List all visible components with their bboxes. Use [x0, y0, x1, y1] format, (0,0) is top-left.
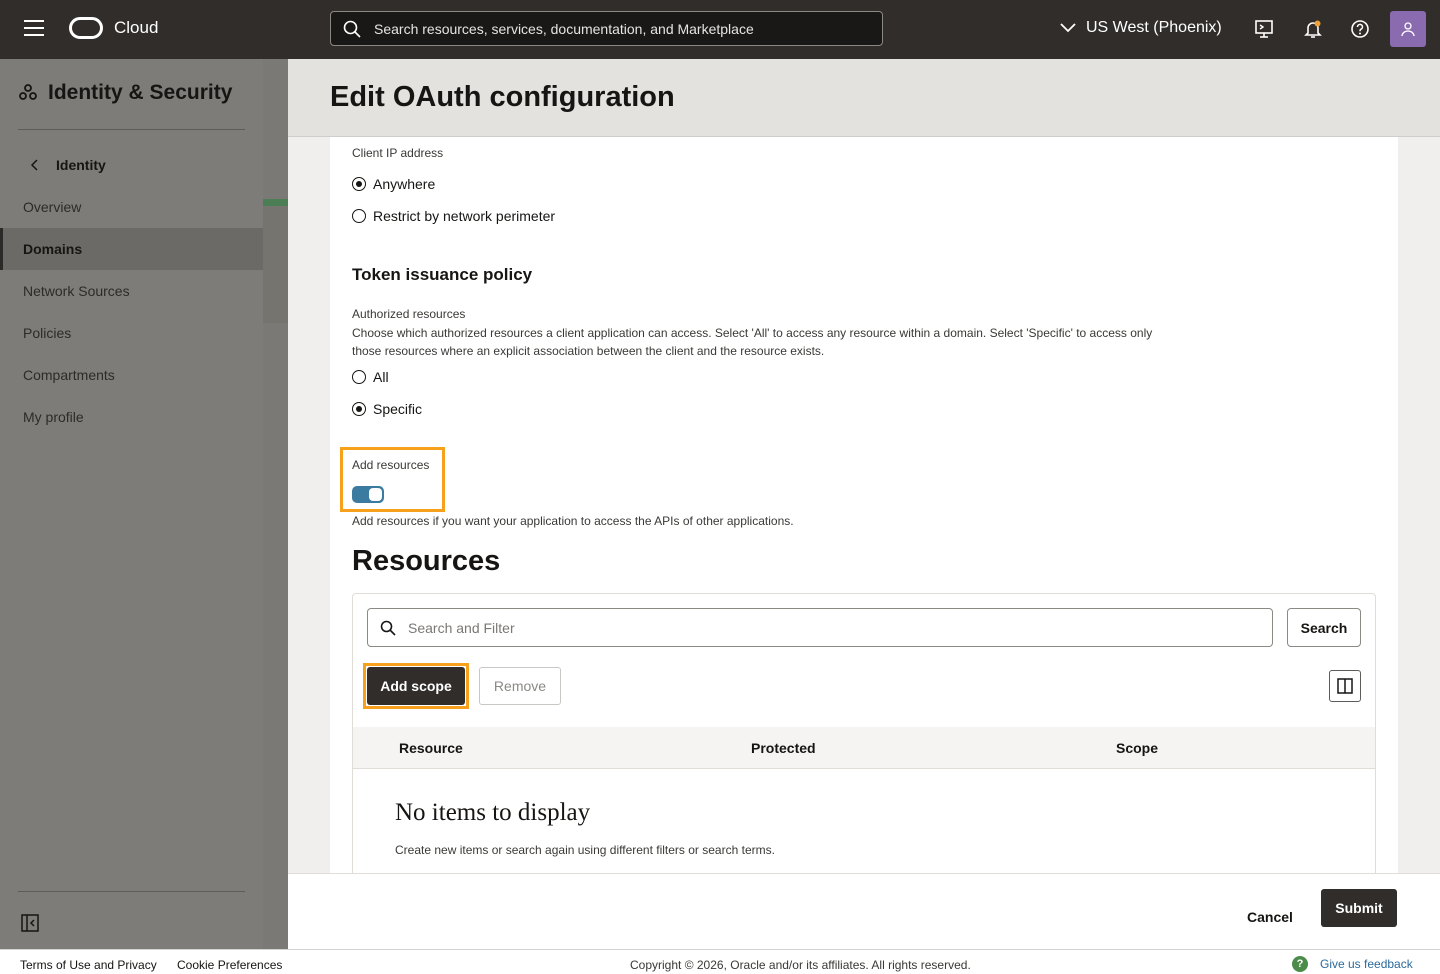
empty-state-description: Create new items or search again using d…: [395, 843, 775, 857]
sidebar-item-label: Compartments: [23, 367, 115, 383]
collapse-sidebar-icon[interactable]: [21, 914, 39, 932]
sidebar-item-label: Domains: [23, 241, 83, 257]
chevron-left-icon: [30, 159, 38, 171]
sidebar-item-label: My profile: [23, 409, 84, 425]
background-card: [263, 199, 288, 323]
oracle-logo-icon[interactable]: [69, 17, 103, 39]
help-icon[interactable]: [1348, 17, 1372, 41]
global-search[interactable]: [330, 11, 883, 46]
sidebar-item-domains[interactable]: Domains: [0, 228, 263, 270]
feedback-icon: ?: [1292, 956, 1308, 972]
radio-label: Restrict by network perimeter: [373, 208, 556, 224]
feedback-link[interactable]: ? Give us feedback: [1292, 956, 1413, 972]
region-selector[interactable]: US West (Phoenix): [1060, 19, 1222, 37]
terms-link[interactable]: Terms of Use and Privacy: [20, 958, 157, 972]
panel-title: Edit OAuth configuration: [330, 81, 675, 113]
radio-button[interactable]: [352, 402, 366, 416]
radio-restrict-network[interactable]: Restrict by network perimeter: [352, 208, 555, 224]
sidebar-title: Identity & Security: [18, 81, 232, 105]
edit-oauth-panel: Edit OAuth configuration Client IP addre…: [288, 59, 1440, 949]
sidebar-item-compartments[interactable]: Compartments: [0, 354, 263, 396]
column-manager-button[interactable]: [1329, 670, 1361, 702]
sidebar-back-label: Identity: [56, 157, 106, 173]
search-button[interactable]: Search: [1287, 608, 1361, 647]
radio-label: Anywhere: [373, 176, 436, 192]
brand-label[interactable]: Cloud: [114, 18, 158, 38]
column-header-protected[interactable]: Protected: [751, 740, 816, 756]
global-search-input[interactable]: [374, 20, 874, 37]
copyright-text: Copyright © 2026, Oracle and/or its affi…: [630, 958, 971, 972]
column-header-scope[interactable]: Scope: [1116, 740, 1158, 756]
user-icon: [1401, 22, 1415, 37]
filter-input[interactable]: [408, 619, 1248, 636]
client-ip-label: Client IP address: [352, 146, 444, 160]
radio-specific[interactable]: Specific: [352, 401, 422, 417]
panel-header: Edit OAuth configuration: [288, 59, 1440, 137]
panel-footer: Cancel Submit: [288, 873, 1440, 949]
menu-icon[interactable]: [24, 20, 44, 38]
sidebar: Identity & Security Identity Overview Do…: [0, 59, 263, 949]
cloud-shell-icon[interactable]: [1252, 17, 1276, 41]
column-header-resource[interactable]: Resource: [399, 740, 463, 756]
remove-button[interactable]: Remove: [479, 667, 561, 705]
authorized-resources-description: Choose which authorized resources a clie…: [352, 326, 1153, 358]
chevron-down-icon: [1060, 23, 1076, 33]
add-resources-help: Add resources if you want your applicati…: [352, 514, 794, 528]
region-label: US West (Phoenix): [1086, 19, 1222, 36]
divider: [18, 129, 245, 130]
columns-icon: [1337, 678, 1353, 694]
add-resources-toggle[interactable]: [352, 486, 384, 503]
sidebar-item-my-profile[interactable]: My profile: [0, 396, 263, 438]
table-header: Resource Protected Scope: [353, 727, 1375, 769]
panel-content: Client IP address Anywhere Restrict by n…: [330, 137, 1398, 873]
radio-label: Specific: [373, 401, 423, 417]
authorized-resources-label: Authorized resources: [352, 307, 466, 321]
radio-button[interactable]: [352, 177, 366, 191]
top-navigation-bar: Cloud US West (Phoenix): [0, 0, 1440, 59]
bottom-bar: Terms of Use and Privacy Cookie Preferen…: [0, 949, 1440, 974]
divider: [18, 891, 245, 892]
panel-gutter: [1398, 137, 1440, 873]
sidebar-title-label: Identity & Security: [48, 81, 233, 104]
radio-button[interactable]: [352, 209, 366, 223]
sidebar-item-label: Overview: [23, 199, 82, 215]
search-icon: [380, 620, 396, 636]
feedback-label: Give us feedback: [1320, 957, 1413, 971]
resources-title: Resources: [352, 545, 501, 577]
user-avatar[interactable]: [1390, 11, 1426, 47]
empty-state-title: No items to display: [395, 799, 591, 826]
sidebar-item-label: Policies: [23, 325, 72, 341]
token-policy-title: Token issuance policy: [352, 265, 533, 284]
identity-security-icon: [19, 84, 37, 100]
sidebar-back-link[interactable]: Identity: [30, 157, 106, 173]
background-page: [263, 59, 288, 949]
cancel-button[interactable]: Cancel: [1235, 898, 1305, 936]
filter-field[interactable]: [367, 608, 1273, 647]
search-icon: [343, 20, 361, 38]
sidebar-item-overview[interactable]: Overview: [0, 186, 263, 228]
resources-table: Search Add scope Remove Resource Protect…: [352, 593, 1376, 873]
submit-button[interactable]: Submit: [1321, 889, 1397, 927]
sidebar-item-label: Network Sources: [23, 283, 130, 299]
radio-all[interactable]: All: [352, 369, 389, 385]
radio-button[interactable]: [352, 370, 366, 384]
radio-anywhere[interactable]: Anywhere: [352, 176, 435, 192]
notifications-bell-icon[interactable]: [1301, 17, 1325, 41]
radio-label: All: [373, 369, 389, 385]
cookie-preferences-link[interactable]: Cookie Preferences: [177, 958, 282, 972]
add-resources-label: Add resources: [352, 458, 430, 472]
sidebar-item-policies[interactable]: Policies: [0, 312, 263, 354]
add-scope-button[interactable]: Add scope: [367, 667, 465, 705]
sidebar-item-network-sources[interactable]: Network Sources: [0, 270, 263, 312]
